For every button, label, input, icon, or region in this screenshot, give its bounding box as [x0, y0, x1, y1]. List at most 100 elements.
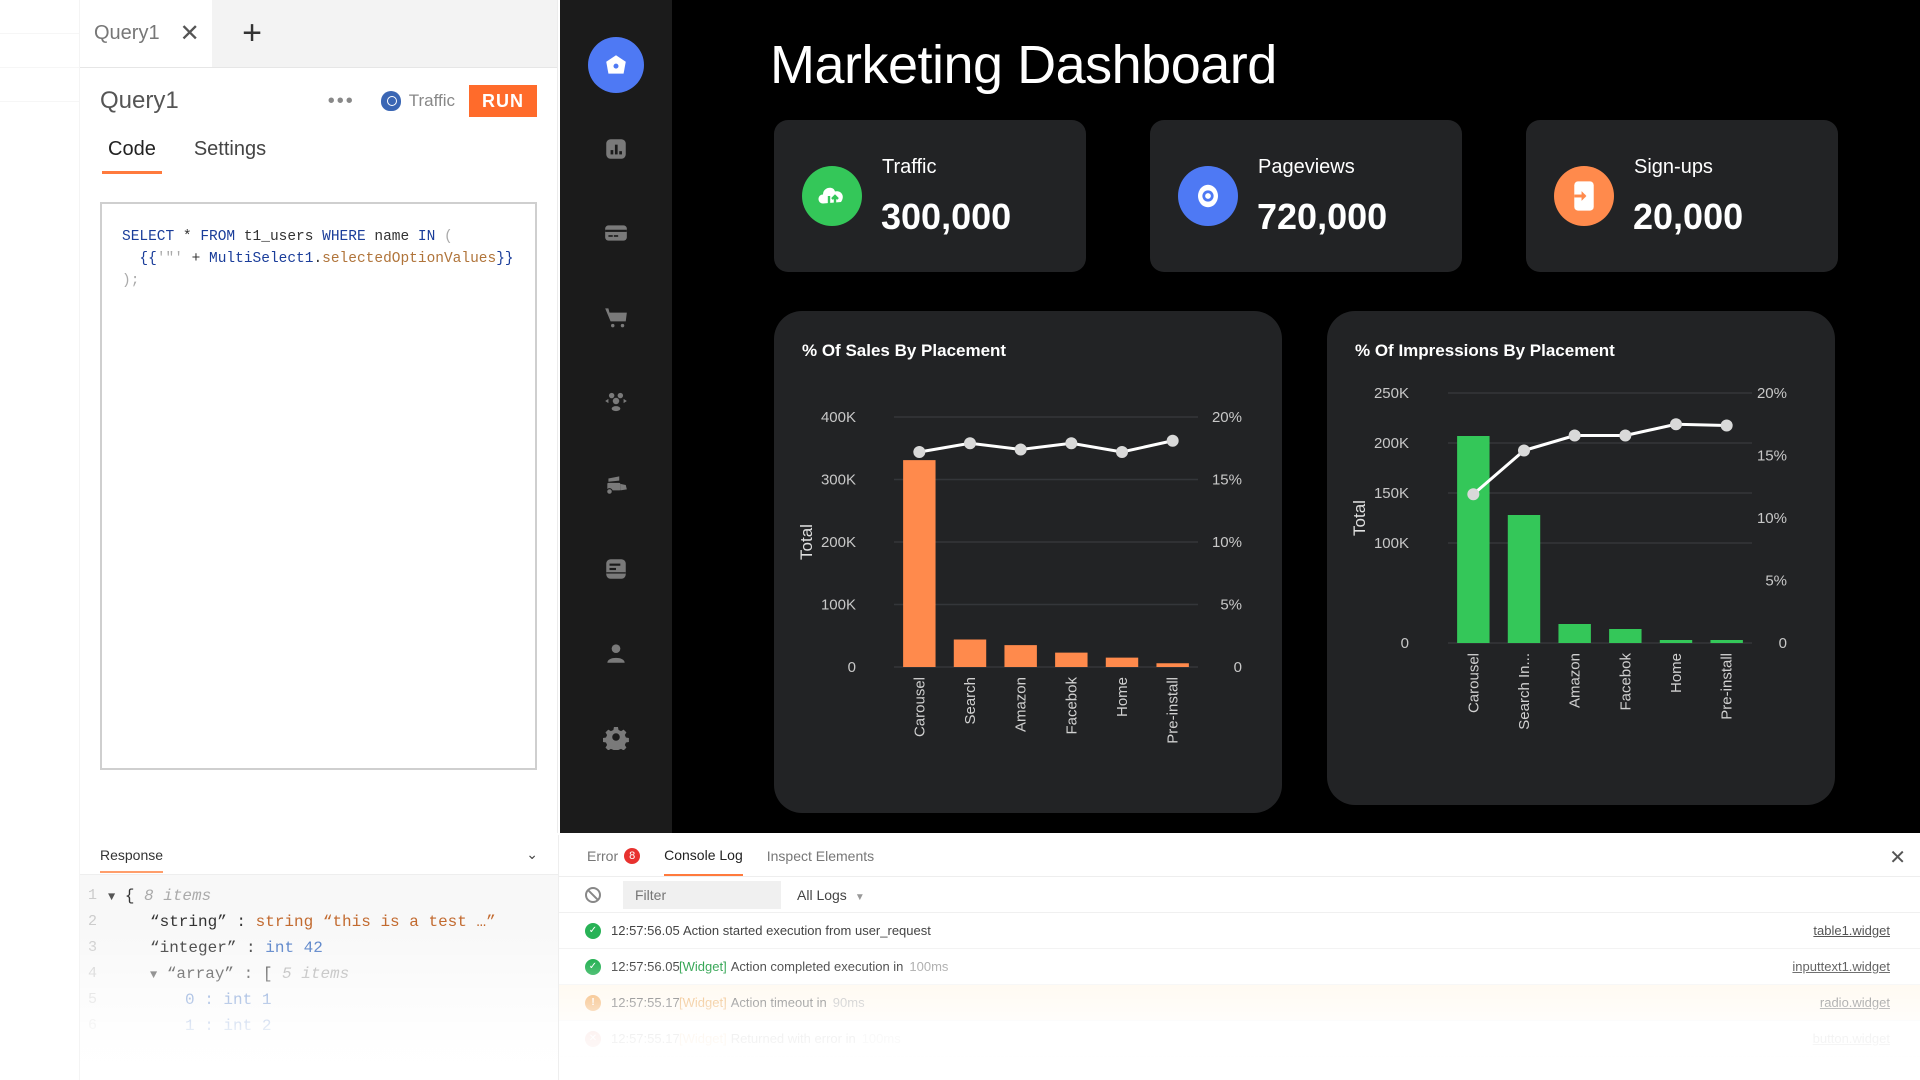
bar[interactable] [1156, 663, 1189, 667]
line-point[interactable] [1670, 418, 1682, 431]
line-point[interactable] [1065, 437, 1078, 450]
rail-row [0, 34, 79, 68]
bar[interactable] [1055, 652, 1088, 667]
json-value: int 42 [265, 939, 323, 957]
log-row[interactable]: ✓ 12:57:56.05 Action started execution fro… [559, 913, 1920, 949]
tab-console-log[interactable]: Console Log [664, 835, 743, 876]
log-source-link[interactable]: radio.widget [1820, 995, 1890, 1010]
x-tick-label: Search [962, 677, 979, 725]
line-point[interactable] [913, 446, 926, 458]
log-level-select[interactable]: All Logs ▼ [797, 887, 865, 903]
log-source-link[interactable]: inputtext1.widget [1792, 959, 1890, 974]
tab-error[interactable]: Error 8 [587, 835, 641, 876]
y-tick-label: 250K [1374, 385, 1409, 402]
sidebar-item-delivery[interactable] [588, 457, 644, 513]
query-tab[interactable]: Query1 ✕ [80, 0, 212, 67]
sidebar-item-orders[interactable] [588, 289, 644, 345]
add-tab-button[interactable]: + [212, 0, 292, 67]
y-tick-label: 400K [821, 409, 856, 426]
datasource-selector[interactable]: Traffic [380, 91, 455, 111]
bar[interactable] [1558, 624, 1591, 643]
bar[interactable] [953, 639, 987, 668]
y2-tick-label: 5% [1220, 597, 1242, 614]
query-subtabs: Code Settings [102, 138, 272, 174]
log-row[interactable]: ! 12:57:55.17 [Widget] Action timeout in 90m… [559, 985, 1920, 1021]
pageviews-icon-badge [1178, 166, 1238, 226]
left-rail [0, 0, 80, 1080]
query-title[interactable]: Query1 [100, 87, 328, 115]
chevron-down-icon[interactable]: ⌄ [526, 846, 538, 863]
sidebar-item-documents[interactable] [588, 541, 644, 597]
sidebar-item-payments[interactable] [588, 205, 644, 261]
dashboard: Marketing Dashboard Traffic 300,000 Page… [560, 0, 1920, 833]
sidebar-item-home[interactable] [588, 37, 644, 93]
log-source-link[interactable]: button.widget [1813, 1031, 1890, 1046]
bar[interactable] [1004, 645, 1037, 667]
json-meta: 8 items [144, 887, 212, 905]
users-icon [605, 392, 627, 412]
line-point[interactable] [1720, 419, 1733, 432]
y-tick-label: 150K [1374, 485, 1409, 502]
tab-code[interactable]: Code [102, 138, 162, 174]
json-meta: 5 items [282, 965, 350, 983]
line-point[interactable] [1467, 488, 1480, 501]
clear-log-icon[interactable] [585, 886, 601, 903]
stat-card-traffic: Traffic 300,000 [774, 120, 1086, 272]
bar[interactable] [1659, 640, 1693, 643]
filter-input[interactable] [623, 880, 781, 909]
close-icon[interactable]: ✕ [1889, 845, 1906, 870]
collapse-triangle-icon[interactable]: ▼ [108, 890, 115, 904]
more-options-icon[interactable]: ••• [328, 90, 355, 113]
y-tick-label: 100K [1374, 535, 1409, 552]
run-button[interactable]: RUN [469, 85, 537, 117]
dropdown-arrow-icon: ▼ [854, 891, 865, 903]
line-point[interactable] [1568, 429, 1581, 442]
console-tabs: Error 8 Console Log Inspect Elements ✕ [559, 835, 1920, 877]
line-point[interactable] [1619, 429, 1632, 442]
code-token: name [365, 229, 418, 245]
sidebar-item-profile[interactable] [588, 625, 644, 681]
response-panel: Response ⌄ 1 ▼ { 8 items 2 “string” : stri… [80, 835, 558, 1080]
truck-icon [606, 476, 627, 495]
bar[interactable] [903, 460, 936, 667]
sidebar-item-team[interactable] [588, 373, 644, 429]
response-tab[interactable]: Response [100, 837, 164, 873]
log-row[interactable]: ✓ 12:57:56.05 [Widget] Action completed exe… [559, 949, 1920, 985]
collapse-triangle-icon[interactable]: ▼ [150, 968, 157, 982]
user-icon [607, 644, 625, 663]
bar[interactable] [1609, 629, 1642, 643]
bar[interactable] [1710, 640, 1743, 643]
log-row[interactable]: ✕ 12:57:55.17 [Widget] Returned with error … [559, 1021, 1920, 1057]
close-tab-icon[interactable]: ✕ [180, 21, 200, 46]
tab-inspect-elements[interactable]: Inspect Elements [767, 835, 874, 876]
sidebar-item-analytics[interactable] [588, 121, 644, 177]
settings-icon [603, 726, 629, 750]
postgres-icon [380, 91, 401, 111]
bar[interactable] [1507, 515, 1541, 643]
sales-chart-svg: 0 100K 200K 300K 400K 0 5% 10% 15% 20% Total Carous… [797, 409, 1242, 744]
line-point[interactable] [1166, 434, 1179, 447]
log-tag: [Widget] [679, 1031, 727, 1046]
y2-tick-label: 0 [1779, 635, 1787, 652]
sidebar-item-settings[interactable] [588, 709, 644, 765]
line-point[interactable] [964, 437, 976, 450]
y2-tick-label: 20% [1757, 385, 1787, 402]
stat-value: 20,000 [1633, 196, 1744, 237]
line-point[interactable] [1116, 446, 1128, 458]
rail-row [0, 68, 79, 102]
json-type: string [255, 913, 314, 931]
eye-icon [1198, 184, 1218, 208]
cart-icon [605, 308, 627, 328]
bar[interactable] [1457, 436, 1490, 643]
bar[interactable] [1105, 657, 1139, 667]
line-point[interactable] [1518, 444, 1530, 457]
x-tick-label: Search In... [1516, 653, 1533, 730]
query-tabs: Query1 ✕ + [80, 0, 557, 68]
code-editor[interactable]: SELECT * FROM t1_users WHERE name IN ( {… [100, 202, 537, 770]
tab-settings[interactable]: Settings [188, 138, 272, 174]
line-point[interactable] [1014, 443, 1027, 456]
json-value: “this is a test …” [322, 913, 496, 931]
x-tick-label: Home [1668, 653, 1685, 693]
y2-tick-label: 10% [1212, 534, 1242, 551]
log-source-link[interactable]: table1.widget [1813, 923, 1890, 938]
